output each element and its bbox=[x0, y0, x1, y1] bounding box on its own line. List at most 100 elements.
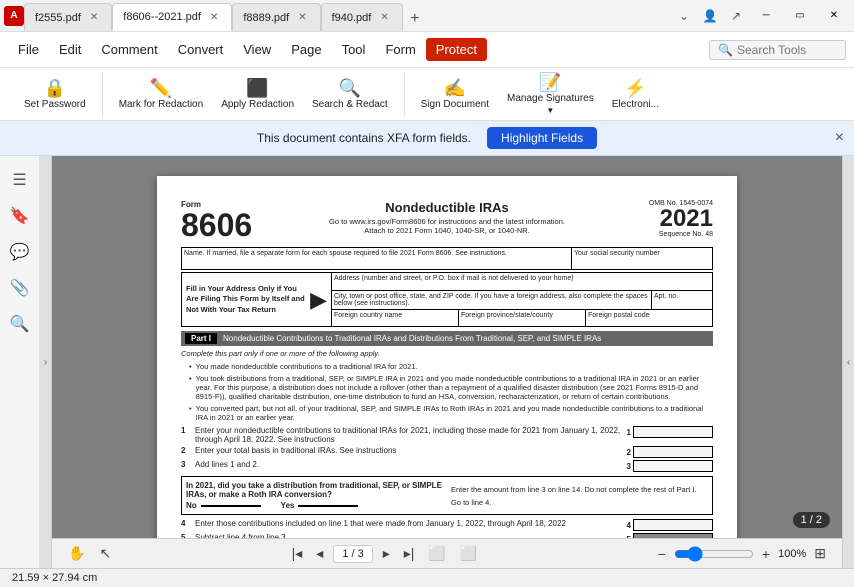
next-page-btn[interactable]: ▸ bbox=[379, 543, 394, 564]
foreign-country: Foreign country name bbox=[332, 310, 459, 326]
sidebar-layers-icon[interactable]: ☰ bbox=[4, 164, 36, 196]
sign-document-button[interactable]: ✍️ Sign Document bbox=[413, 72, 497, 116]
sidebar-attachment-icon[interactable]: 📎 bbox=[4, 272, 36, 304]
city-field: City, town or post office, state, and ZI… bbox=[332, 291, 652, 309]
menu-tool[interactable]: Tool bbox=[332, 38, 376, 61]
menu-file[interactable]: File bbox=[8, 38, 49, 61]
new-tab-button[interactable]: + bbox=[403, 7, 427, 31]
bullet-1: You made nondeductible contributions to … bbox=[196, 362, 418, 371]
fit-width-btn[interactable]: ⬜ bbox=[456, 543, 481, 564]
view-options-btn[interactable]: ⊞ bbox=[810, 543, 830, 564]
menu-page[interactable]: Page bbox=[281, 38, 331, 61]
highlight-fields-button[interactable]: Highlight Fields bbox=[487, 127, 597, 149]
tab-f940[interactable]: f940.pdf ✕ bbox=[321, 3, 403, 31]
address-line1: Address (number and street, or P.O. box … bbox=[332, 273, 712, 291]
prev-page-btn[interactable]: ◂ bbox=[312, 543, 327, 564]
yes-label: Yes bbox=[281, 501, 295, 510]
tab-f8889[interactable]: f8889.pdf ✕ bbox=[232, 3, 320, 31]
main-layout: ☰ 🔖 💬 📎 🔍 › Form 8606 Nondeductible IRAs… bbox=[0, 156, 854, 568]
manage-signatures-button[interactable]: 📝 Manage Signatures ▼ bbox=[499, 72, 602, 116]
sidebar-search-icon[interactable]: 🔍 bbox=[4, 308, 36, 340]
set-password-button[interactable]: 🔒 Set Password bbox=[16, 72, 94, 116]
dimensions-label: 21.59 × 27.94 cm bbox=[12, 572, 97, 584]
select-tool-button[interactable]: ↖ bbox=[95, 543, 115, 564]
foreign-postal: Foreign postal code bbox=[586, 310, 712, 326]
pdf-area: Form 8606 Nondeductible IRAs Go to www.i… bbox=[52, 156, 842, 568]
sidebar-comment-icon[interactable]: 💬 bbox=[4, 236, 36, 268]
tab-close-btn[interactable]: ✕ bbox=[295, 11, 309, 24]
hand-tool-button[interactable]: ✋ bbox=[64, 543, 89, 564]
tab-close-btn[interactable]: ✕ bbox=[377, 11, 391, 24]
row1-text: Enter your nondeductible contributions t… bbox=[195, 426, 623, 444]
apt-no: Apt. no. bbox=[652, 291, 712, 309]
right-collapse-handle[interactable]: ‹ bbox=[842, 156, 854, 568]
zoom-in-btn[interactable]: + bbox=[758, 544, 774, 564]
status-bar: 21.59 × 27.94 cm bbox=[0, 568, 854, 587]
menu-edit[interactable]: Edit bbox=[49, 38, 91, 61]
search-redact-label: Search & Redact bbox=[312, 99, 388, 110]
row4-num: 4 bbox=[181, 519, 191, 528]
form-number: 8606 bbox=[181, 209, 271, 241]
share-btn[interactable]: ↗ bbox=[724, 4, 748, 28]
tab-close-btn[interactable]: ✕ bbox=[207, 11, 221, 24]
tab-list-btn[interactable]: ⌄ bbox=[672, 4, 696, 28]
no-label: No bbox=[186, 501, 197, 510]
maximize-btn[interactable]: ▭ bbox=[784, 2, 816, 30]
part1-label: Part I bbox=[185, 333, 217, 344]
form-year: 2021 bbox=[623, 207, 713, 231]
menu-comment[interactable]: Comment bbox=[91, 38, 167, 61]
ssn-label: Your social security number bbox=[574, 250, 710, 257]
row2-text: Enter your total basis in traditional IR… bbox=[195, 446, 623, 455]
apply-redaction-button[interactable]: ⬛ Apply Redaction bbox=[213, 72, 302, 116]
fit-page-btn[interactable]: ⬜ bbox=[424, 543, 449, 564]
menu-view[interactable]: View bbox=[233, 38, 281, 61]
first-page-btn[interactable]: |◂ bbox=[288, 543, 307, 564]
left-collapse-handle[interactable]: › bbox=[40, 156, 52, 568]
search-redact-button[interactable]: 🔍 Search & Redact bbox=[304, 72, 396, 116]
lock-icon: 🔒 bbox=[44, 79, 66, 97]
pdf-content[interactable]: Form 8606 Nondeductible IRAs Go to www.i… bbox=[52, 156, 842, 538]
apply-redaction-icon: ⬛ bbox=[246, 79, 268, 97]
instructions1: Go to www.irs.gov/Form8606 for instructi… bbox=[283, 217, 611, 226]
tab-close-btn[interactable]: ✕ bbox=[87, 11, 101, 24]
tab-f2555[interactable]: f2555.pdf ✕ bbox=[24, 3, 112, 31]
zoom-out-btn[interactable]: − bbox=[654, 544, 670, 564]
row4-text: Enter those contributions included on li… bbox=[195, 519, 623, 528]
no-action: Enter the amount from line 3 on line 14.… bbox=[451, 485, 708, 494]
yn-question: In 2021, did you take a distribution fro… bbox=[186, 481, 443, 499]
ribbon-group-password: 🔒 Set Password bbox=[8, 72, 103, 116]
row3-num: 3 bbox=[181, 460, 191, 469]
notification-text: This document contains XFA form fields. bbox=[257, 131, 471, 145]
menu-search[interactable]: 🔍 bbox=[709, 40, 846, 60]
sign-document-label: Sign Document bbox=[421, 99, 489, 110]
zoom-area: − + 100% ⊞ bbox=[654, 543, 830, 564]
menu-form[interactable]: Form bbox=[375, 38, 425, 61]
menu-protect[interactable]: Protect bbox=[426, 38, 487, 61]
title-bar: A f2555.pdf ✕ f8606--2021.pdf ✕ f8889.pd… bbox=[0, 0, 854, 32]
title-bar-controls: ⌄ 👤 ↗ ─ ▭ ✕ bbox=[672, 2, 850, 30]
minimize-btn[interactable]: ─ bbox=[750, 2, 782, 30]
row1-num: 1 bbox=[181, 426, 191, 435]
tab-f8606[interactable]: f8606--2021.pdf ✕ bbox=[112, 3, 232, 31]
menu-bar: File Edit Comment Convert View Page Tool… bbox=[0, 32, 854, 68]
address-box-label: Fill in Your Address Only if You Are Fil… bbox=[186, 284, 306, 316]
search-input[interactable] bbox=[737, 43, 837, 57]
pdf-nav: |◂ ◂ 1 / 3 ▸ ▸| ⬜ ⬜ bbox=[288, 543, 482, 564]
notification-close-button[interactable]: × bbox=[835, 129, 844, 147]
ribbon-group-redaction: ✏️ Mark for Redaction ⬛ Apply Redaction … bbox=[103, 72, 405, 116]
electronic-button[interactable]: ⚡ Electroni... bbox=[604, 72, 667, 116]
mark-redaction-button[interactable]: ✏️ Mark for Redaction bbox=[111, 72, 211, 116]
row3-text: Add lines 1 and 2. bbox=[195, 460, 623, 469]
menu-convert[interactable]: Convert bbox=[168, 38, 234, 61]
page-indicator[interactable]: 1 / 3 bbox=[333, 545, 372, 563]
form-name: Nondeductible IRAs bbox=[283, 200, 611, 215]
sidebar-bookmark-icon[interactable]: 🔖 bbox=[4, 200, 36, 232]
zoom-slider[interactable] bbox=[674, 546, 754, 562]
last-page-btn[interactable]: ▸| bbox=[400, 543, 419, 564]
title-bar-left: A bbox=[4, 6, 24, 26]
close-btn[interactable]: ✕ bbox=[818, 2, 850, 30]
seq-label: Sequence No. 48 bbox=[623, 231, 713, 238]
user-btn[interactable]: 👤 bbox=[698, 4, 722, 28]
bullet-2: You took distributions from a traditiona… bbox=[196, 374, 713, 401]
bottom-tools: ✋ ↖ bbox=[64, 543, 115, 564]
